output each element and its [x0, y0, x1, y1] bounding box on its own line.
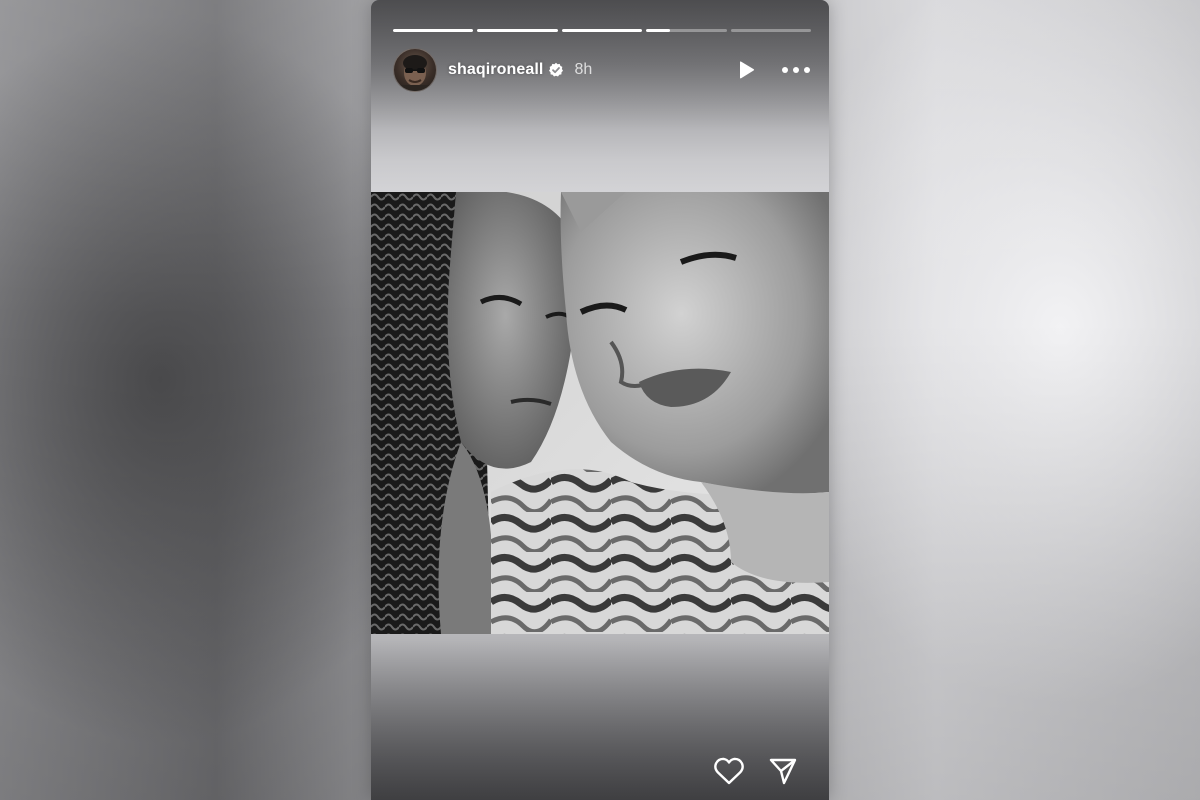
story-actions: [371, 750, 829, 790]
story-timestamp: 8h: [574, 61, 593, 78]
progress-segment-2: [477, 29, 558, 32]
play-button[interactable]: [731, 55, 761, 85]
progress-fill: [393, 29, 474, 32]
story-username[interactable]: shaqironeall: [448, 61, 543, 79]
progress-segment-5: [730, 29, 812, 32]
heart-icon: [714, 757, 744, 785]
story-header: shaqironeall 8h: [393, 48, 811, 92]
more-options-icon: [782, 67, 810, 73]
progress-segment-3: [561, 29, 643, 32]
progress-fill: [477, 29, 558, 32]
play-icon: [740, 61, 755, 79]
send-icon: [769, 758, 797, 785]
story-photo: [371, 192, 829, 634]
story-progress-bar: [393, 29, 812, 32]
share-button[interactable]: [766, 754, 800, 788]
story-viewer[interactable]: shaqironeall 8h: [371, 0, 829, 800]
more-options-button[interactable]: [781, 55, 811, 85]
progress-fill: [646, 29, 671, 32]
progress-fill: [561, 29, 643, 32]
progress-segment-1: [393, 29, 474, 32]
like-button[interactable]: [712, 754, 746, 788]
user-avatar[interactable]: [393, 48, 437, 92]
verified-badge-icon: [548, 62, 564, 78]
progress-segment-4: [646, 29, 727, 32]
